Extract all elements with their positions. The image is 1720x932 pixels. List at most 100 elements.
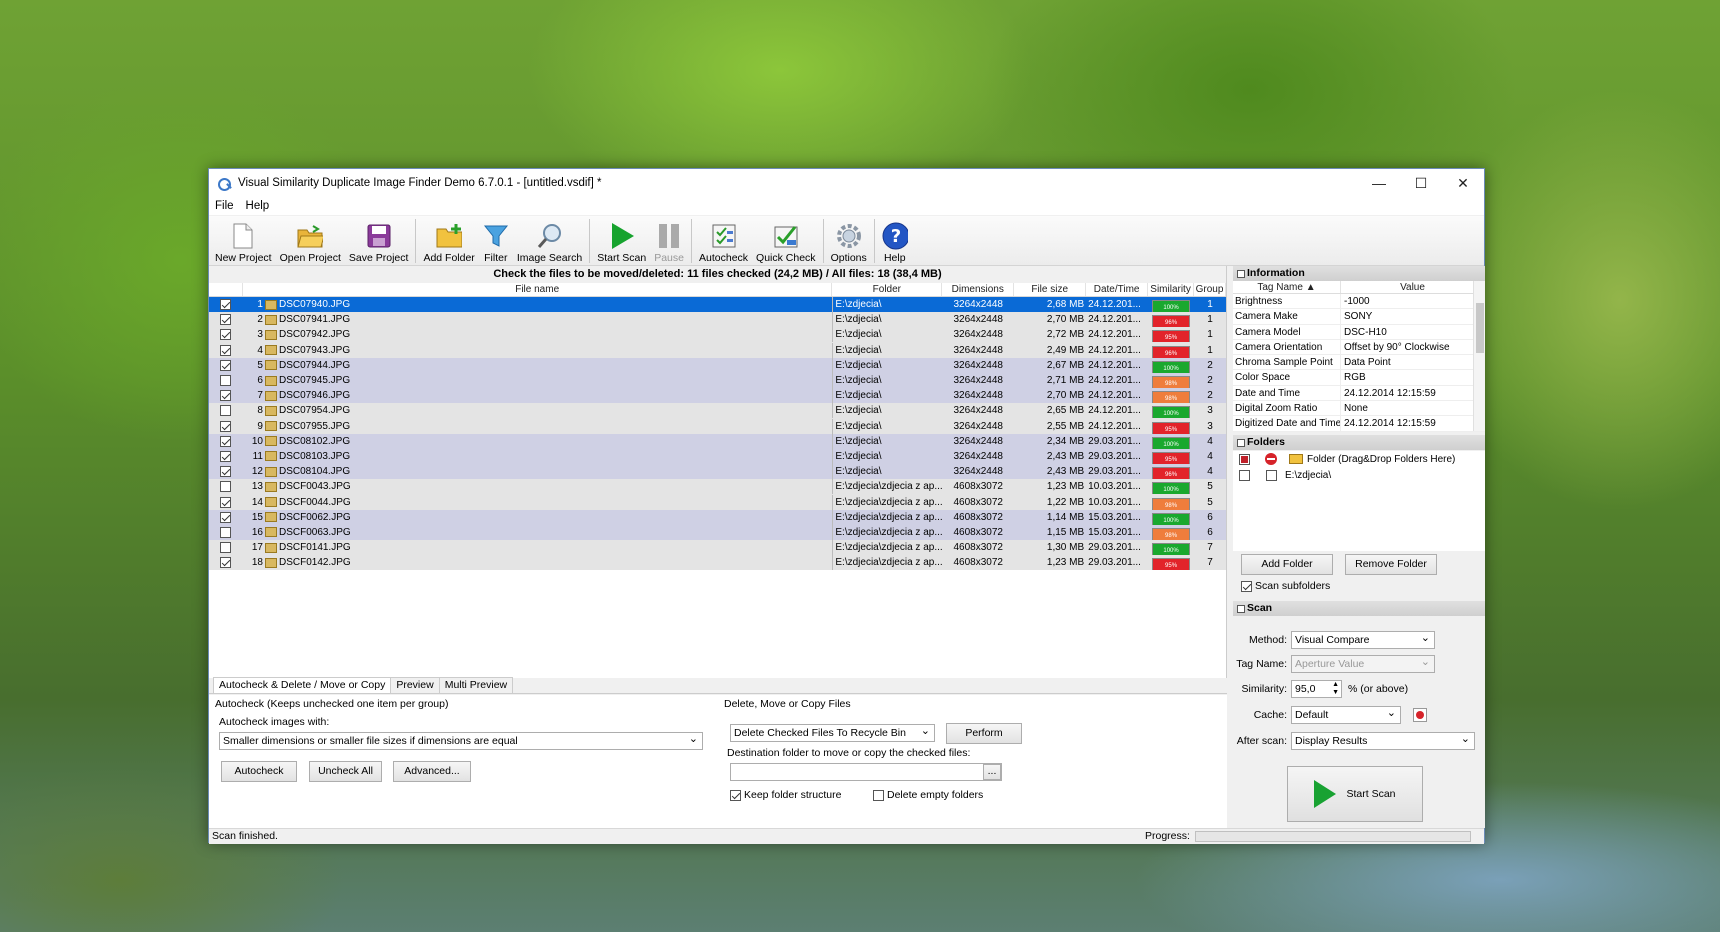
table-row[interactable]: 10 DSC08102.JPG E:\zdjecia\ 3264x2448 2,34 M… [209, 433, 1226, 449]
info-row[interactable]: Digitized Date and Time 24.12.2014 12:15:… [1233, 416, 1485, 432]
folder-exclude-checkbox[interactable] [1266, 469, 1277, 481]
tab-multi-preview[interactable]: Multi Preview [438, 677, 514, 693]
advanced-button[interactable]: Advanced... [393, 761, 471, 782]
filter-button[interactable]: Filter [479, 216, 513, 266]
row-checkbox[interactable] [220, 390, 232, 402]
open-project-button[interactable]: Open Project [276, 216, 345, 266]
image-search-button[interactable]: Image Search [513, 216, 586, 266]
maximize-button[interactable]: ☐ [1400, 169, 1442, 197]
scrollbar-thumb[interactable] [1476, 303, 1484, 353]
row-checkbox[interactable] [220, 405, 232, 417]
row-checkbox[interactable] [220, 344, 232, 356]
info-row[interactable]: Color Space RGB [1233, 370, 1485, 386]
table-row[interactable]: 11 DSC08103.JPG E:\zdjecia\ 3264x2448 2,43 M… [209, 448, 1226, 465]
uncheck-all-button[interactable]: Uncheck All [309, 761, 382, 782]
table-row[interactable]: 1 DSC07940.JPG E:\zdjecia\ 3264x2448 2,68 MB… [209, 297, 1226, 313]
method-select[interactable]: Visual Compare [1291, 630, 1435, 649]
col-dimensions[interactable]: Dimensions [942, 283, 1015, 296]
similarity-spinner[interactable]: 95,0 ▲ ▼ [1291, 680, 1342, 698]
col-similarity[interactable]: Similarity [1148, 283, 1195, 296]
info-row[interactable]: Date and Time 24.12.2014 12:15:59 [1233, 385, 1485, 402]
after-scan-select[interactable]: Display Results [1291, 731, 1475, 750]
col-check[interactable] [209, 283, 243, 296]
row-checkbox[interactable] [220, 314, 232, 326]
cache-select[interactable]: Default [1291, 705, 1401, 724]
col-date-time[interactable]: Date/Time [1086, 283, 1149, 296]
info-row[interactable]: Camera Make SONY [1233, 309, 1485, 325]
table-row[interactable]: 15 DSCF0062.JPG E:\zdjecia\zdjecia z ap...… [209, 509, 1226, 525]
col-file-size[interactable]: File size [1014, 283, 1087, 296]
row-checkbox[interactable] [220, 481, 232, 493]
row-checkbox[interactable] [220, 329, 232, 341]
scan-subfolders-option[interactable]: Scan subfolders [1241, 580, 1330, 592]
table-row[interactable]: 8 DSC07954.JPG E:\zdjecia\ 3264x2448 2,65 MB… [209, 403, 1226, 419]
table-row[interactable]: 4 DSC07943.JPG E:\zdjecia\ 3264x2448 2,49 MB… [209, 342, 1226, 358]
autocheck-button[interactable]: Autocheck [695, 216, 752, 266]
table-row[interactable]: 3 DSC07942.JPG E:\zdjecia\ 3264x2448 2,72 MB… [209, 327, 1226, 343]
row-checkbox[interactable] [220, 496, 232, 508]
table-row[interactable]: 2 DSC07941.JPG E:\zdjecia\ 3264x2448 2,70 MB… [209, 312, 1226, 328]
col-group[interactable]: Group [1194, 283, 1227, 296]
new-project-button[interactable]: New Project [211, 216, 276, 266]
help-button[interactable]: ? Help [878, 216, 912, 266]
spinner-arrows-icon[interactable]: ▲ ▼ [1332, 681, 1339, 697]
row-checkbox[interactable] [220, 511, 232, 523]
information-header[interactable]: Information [1233, 266, 1485, 281]
destination-input[interactable] [730, 762, 1002, 781]
table-row[interactable]: 12 DSC08104.JPG E:\zdjecia\ 3264x2448 2,43 M… [209, 464, 1226, 480]
browse-button[interactable]: ... [983, 764, 1001, 780]
folder-row-zdjecia[interactable]: E:\zdjecia\ [1233, 467, 1485, 483]
col-tag-name[interactable]: Tag Name ▲ [1233, 281, 1341, 293]
information-scrollbar[interactable] [1473, 281, 1485, 431]
scan-subfolders-checkbox[interactable] [1241, 580, 1252, 592]
save-project-button[interactable]: Save Project [345, 216, 413, 266]
row-checkbox[interactable] [220, 557, 232, 569]
add-folder-panel-button[interactable]: Add Folder [1241, 554, 1333, 575]
menu-help[interactable]: Help [246, 200, 270, 212]
delete-empty-option[interactable]: Delete empty folders [873, 789, 983, 801]
pause-button[interactable]: Pause [650, 216, 688, 266]
autocheck-action-button[interactable]: Autocheck [221, 761, 297, 782]
tab-autocheck[interactable]: Autocheck & Delete / Move or Copy [213, 677, 392, 693]
row-checkbox[interactable] [220, 420, 232, 432]
row-checkbox[interactable] [220, 526, 232, 538]
tab-preview[interactable]: Preview [390, 677, 440, 693]
delete-empty-checkbox[interactable] [873, 789, 884, 801]
info-row[interactable]: Chroma Sample Point Data Point [1233, 355, 1485, 371]
col-value[interactable]: Value [1341, 281, 1485, 293]
col-file-name[interactable]: File name [243, 283, 833, 296]
start-scan-button[interactable]: Start Scan [1287, 766, 1423, 822]
row-checkbox[interactable] [220, 299, 232, 311]
folder-include-checkbox[interactable] [1239, 453, 1250, 465]
folders-header[interactable]: Folders [1233, 435, 1485, 450]
quick-check-button[interactable]: Quick Check [752, 216, 820, 266]
table-row[interactable]: 9 DSC07955.JPG E:\zdjecia\ 3264x2448 2,55 MB… [209, 418, 1226, 434]
table-row[interactable]: 6 DSC07945.JPG E:\zdjecia\ 3264x2448 2,71 MB… [209, 372, 1226, 389]
folder-include-checkbox[interactable] [1239, 469, 1250, 481]
col-folder[interactable]: Folder [832, 283, 943, 296]
action-select[interactable]: Delete Checked Files To Recycle Bin [730, 723, 935, 742]
table-row[interactable]: 16 DSCF0063.JPG E:\zdjecia\zdjecia z ap...… [209, 524, 1226, 540]
row-checkbox[interactable] [220, 450, 232, 462]
clear-cache-icon[interactable] [1413, 708, 1427, 722]
keep-structure-checkbox[interactable] [730, 789, 741, 801]
table-row[interactable]: 13 DSCF0043.JPG E:\zdjecia\zdjecia z ap...… [209, 479, 1226, 495]
table-row[interactable]: 17 DSCF0141.JPG E:\zdjecia\zdjecia z ap...… [209, 540, 1226, 556]
add-folder-button[interactable]: Add Folder [419, 216, 478, 266]
start-scan-toolbar-button[interactable]: Start Scan [593, 216, 650, 266]
folder-row-placeholder[interactable]: Folder (Drag&Drop Folders Here) [1233, 451, 1485, 467]
info-row[interactable]: Camera Orientation Offset by 90° Clockwis… [1233, 339, 1485, 356]
menu-file[interactable]: File [215, 200, 234, 212]
autocheck-rule-select[interactable]: Smaller dimensions or smaller file sizes… [219, 731, 703, 750]
scan-header[interactable]: Scan [1233, 601, 1485, 616]
info-row[interactable]: Brightness -1000 [1233, 294, 1485, 310]
remove-folder-button[interactable]: Remove Folder [1345, 554, 1437, 575]
info-row[interactable]: Camera Model DSC-H10 [1233, 324, 1485, 340]
table-row[interactable]: 18 DSCF0142.JPG E:\zdjecia\zdjecia z ap...… [209, 555, 1226, 571]
table-row[interactable]: 14 DSCF0044.JPG E:\zdjecia\zdjecia z ap...… [209, 494, 1226, 510]
options-button[interactable]: Options [827, 216, 871, 266]
row-checkbox[interactable] [220, 466, 232, 478]
tag-name-select[interactable]: Aperture Value [1291, 654, 1435, 673]
keep-structure-option[interactable]: Keep folder structure [730, 789, 841, 801]
close-button[interactable]: ✕ [1442, 169, 1484, 197]
